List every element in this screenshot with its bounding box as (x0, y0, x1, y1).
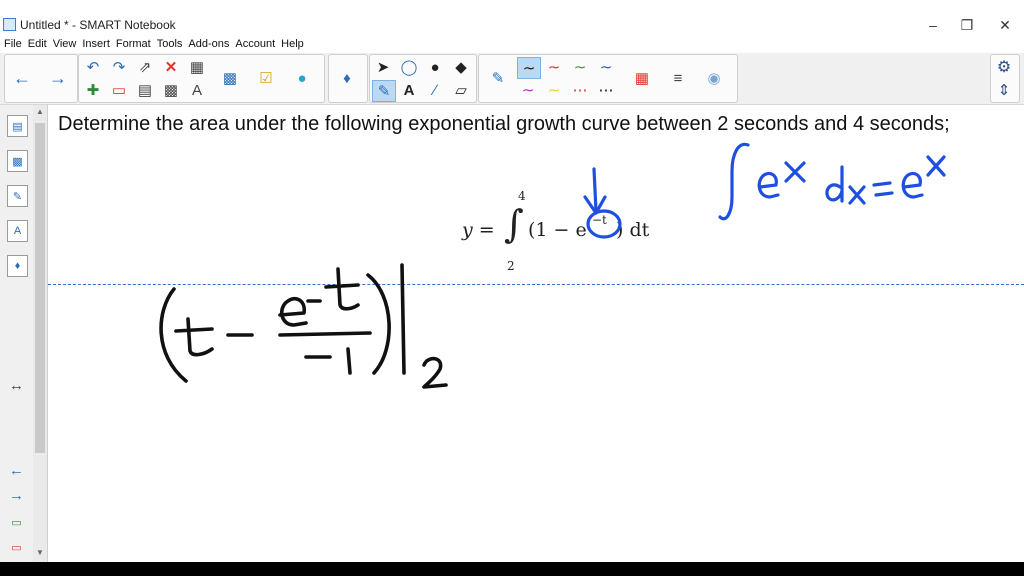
menu-account[interactable]: Account (235, 36, 275, 53)
sidebar-prev-icon[interactable]: ← (7, 460, 26, 480)
minimize-icon[interactable]: – (918, 15, 948, 35)
ink-x1 (784, 161, 806, 183)
table-icon[interactable]: ▦ (186, 57, 208, 77)
menu-insert[interactable]: Insert (82, 36, 110, 53)
menu-edit[interactable]: Edit (28, 36, 47, 53)
vertical-scrollbar[interactable]: ▲ ▼ (33, 105, 48, 562)
sidebar-next-icon[interactable]: → (7, 485, 26, 505)
menu-help[interactable]: Help (281, 36, 304, 53)
toolbar-group-pen-styles: ✎ ∼ ∼ ∼ ∼ ∼ ∼ ⋯ ⋯ ▦ ≡ ◉ (478, 54, 738, 103)
next-page-icon[interactable]: → (47, 68, 69, 88)
toolbar-group-addons: ♦ (328, 54, 368, 103)
ink-d (825, 165, 844, 203)
pen-style-yellow[interactable]: ∼ (543, 80, 565, 100)
save-icon[interactable]: ▤ (134, 80, 156, 100)
addons-tab-icon[interactable]: ♦ (7, 255, 28, 277)
toolbar-move-icon[interactable]: ⇕ (993, 80, 1015, 100)
pen-style-red-dash[interactable]: ⋯ (569, 80, 591, 100)
scroll-down-icon[interactable]: ▼ (36, 548, 44, 557)
gear-icon[interactable]: ⚙ (993, 57, 1015, 77)
sidebar-delete-page-icon[interactable]: ▭ (7, 537, 26, 557)
ink-t (174, 317, 214, 357)
properties-icon[interactable]: A (7, 220, 28, 242)
window-title: Untitled * - SMART Notebook (20, 18, 176, 32)
ink-eval-bar (400, 263, 406, 375)
sidebar-add-page-icon[interactable]: ▭ (7, 512, 26, 532)
restore-icon[interactable]: ❐ (952, 15, 982, 35)
pen-style-black[interactable]: ∼ (517, 57, 541, 79)
ink-paren-close (366, 273, 391, 375)
menu-addons[interactable]: Add-ons (188, 36, 229, 53)
color-palette-icon[interactable]: ▦ (631, 68, 653, 88)
eraser-tool-icon[interactable]: ▱ (450, 80, 472, 100)
ink-integral (718, 142, 750, 221)
toolbar-group-nav: ← → (4, 54, 78, 103)
ink-x3 (926, 155, 946, 177)
text-recognition-icon[interactable]: A (186, 80, 208, 100)
pen-style-green[interactable]: ∼ (569, 57, 591, 77)
ink-equals (872, 181, 894, 197)
ink-layer (159, 142, 946, 389)
addons-puzzle-icon[interactable]: ♦ (336, 68, 358, 88)
ink-circle (586, 209, 622, 239)
shapes-icon[interactable]: ◯ (398, 57, 420, 77)
delete-page-icon[interactable]: ▭ (108, 80, 130, 100)
display-icon[interactable]: ▩ (219, 68, 241, 88)
pen-style-blue[interactable]: ∼ (595, 57, 617, 77)
ink-exp-t (324, 267, 360, 311)
ink-e3 (278, 296, 308, 327)
ink-arrow (592, 167, 598, 213)
smart-notebook-window: Untitled * - SMART Notebook – ❐ ✕ File Ed… (0, 0, 1024, 562)
fill-icon[interactable]: ◆ (450, 57, 472, 77)
redo-icon[interactable]: ↷ (108, 57, 130, 77)
sidebar-resize-icon[interactable]: ↔ (7, 375, 26, 395)
attachments-icon[interactable]: ✎ (7, 185, 28, 207)
app-icon (3, 18, 16, 31)
response-icon[interactable]: ☑ (255, 68, 277, 88)
previous-page-icon[interactable]: ← (11, 68, 33, 88)
page-sorter-icon[interactable]: ▤ (7, 115, 28, 137)
delete-icon[interactable]: ✕ (160, 57, 182, 77)
pen-icon[interactable]: ✎ (487, 68, 509, 88)
ink-denom-1 (346, 347, 352, 375)
gallery-icon[interactable]: ▩ (7, 150, 28, 172)
menu-bar: File Edit View Insert Format Tools Add-ons Acco… (0, 36, 1024, 53)
toolbar-group-tools: ➤ ◯ ● ◆ ✎ A ∕ ▱ (369, 54, 477, 103)
menu-format[interactable]: Format (116, 36, 151, 53)
ink-x2 (848, 185, 866, 205)
scroll-up-icon[interactable]: ▲ (36, 107, 44, 116)
new-page-icon[interactable]: ✚ (82, 80, 104, 100)
undo-icon[interactable]: ↶ (82, 57, 104, 77)
monster-icon[interactable]: ● (291, 68, 313, 88)
ink-e2 (901, 171, 924, 199)
line-style-icon[interactable]: ≡ (667, 68, 689, 88)
transparency-icon[interactable]: ◉ (703, 68, 725, 88)
toolbar: ← → ↶ ↷ ⇗ ✕ ▦ ✚ ▭ ▤ ▩ A ▩ ☑ ● ♦ ➤ ◯ ● ◆ … (0, 53, 1024, 105)
menu-view[interactable]: View (53, 36, 77, 53)
ink-paren-open (159, 287, 188, 383)
scroll-thumb[interactable] (35, 123, 45, 453)
pen-style-red[interactable]: ∼ (543, 57, 565, 77)
ink-fraction-bar (278, 331, 372, 337)
export-icon[interactable]: ⇗ (134, 57, 156, 77)
pen-style-black-dash[interactable]: ⋯ (595, 80, 617, 100)
close-icon[interactable]: ✕ (990, 15, 1020, 35)
ink-e1 (757, 171, 780, 199)
menu-file[interactable]: File (4, 36, 22, 53)
toolbar-group-edit: ↶ ↷ ⇗ ✕ ▦ ✚ ▭ ▤ ▩ A ▩ ☑ ● (78, 54, 325, 103)
ink-sub-2 (422, 356, 448, 389)
pens-icon[interactable]: ✎ (372, 80, 396, 102)
line-icon[interactable]: ∕ (424, 80, 446, 100)
eraser-icon[interactable]: ● (424, 57, 446, 77)
screen-shade-icon[interactable]: ▩ (160, 80, 182, 100)
menu-tools[interactable]: Tools (157, 36, 183, 53)
select-pointer-icon[interactable]: ➤ (372, 57, 394, 77)
title-bar: Untitled * - SMART Notebook – ❐ ✕ (0, 14, 1024, 36)
pen-style-magenta[interactable]: ∼ (517, 80, 539, 100)
toolbar-group-settings: ⚙ ⇕ (990, 54, 1020, 103)
side-tabs: ▤ ▩ ✎ A ♦ ↔ ← → ▭ ▭ (0, 105, 34, 562)
text-icon[interactable]: A (398, 80, 420, 100)
notebook-page[interactable]: Determine the area under the following e… (48, 105, 1024, 562)
